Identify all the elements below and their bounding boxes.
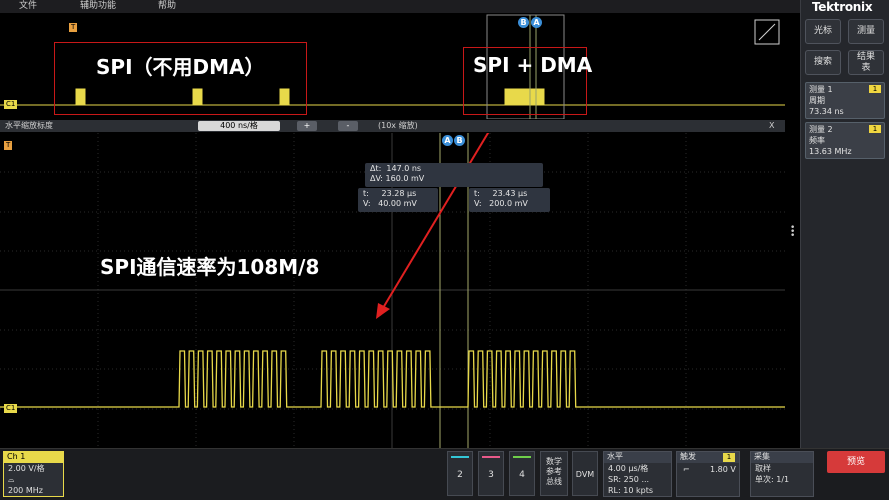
main-ch1-trace [0, 350, 785, 408]
ch1-scale: 2.00 V/格 [8, 464, 45, 473]
ch1-coupling-icon: ⌓ [8, 475, 15, 484]
tektronix-logo: Tektronix [812, 0, 873, 14]
zoom-minus-button[interactable]: - [338, 121, 358, 131]
overview-waveform[interactable]: SPI（不用DMA） SPI + DMA C1 T B A [0, 13, 785, 119]
measure-button[interactable]: 测量 [848, 19, 884, 44]
main-channel-tag: C1 [4, 404, 18, 413]
measurement-1-source: 1 [869, 85, 881, 93]
ch4-color-bar [513, 456, 531, 458]
measurement-1-badge[interactable]: 测量 1 1 周期 73.34 ns [805, 82, 885, 119]
annotation-spi-rate: SPI通信速率为108M/8 [100, 255, 320, 279]
cursor-delta-t: Δt: 147.0 ns [370, 164, 422, 173]
cursor-b-readout: t: 23.43 µs V: 200.0 mV [469, 188, 550, 212]
menu-file[interactable]: 文件 [19, 0, 37, 13]
measurement-2-badge[interactable]: 测量 2 1 频率 13.63 MHz [805, 122, 885, 159]
horizontal-scale: 4.00 µs/格 [608, 464, 649, 473]
results-table-button[interactable]: 结果表 [848, 50, 884, 75]
measurement-2-name: 频率 [809, 136, 825, 145]
menu-help[interactable]: 帮助 [158, 0, 176, 13]
cursor-b-time: t: 23.43 µs [474, 189, 528, 198]
ch4-button[interactable]: 4 [509, 451, 535, 496]
horizontal-record-length: RL: 10 kpts [608, 486, 653, 495]
cursor-delta-v: ΔV: 160.0 mV [370, 174, 425, 183]
cursor-delta-readout: Δt: 147.0 ns ΔV: 160.0 mV [365, 163, 543, 187]
horizontal-title: 水平 [604, 452, 671, 463]
annotation-arrow [379, 133, 490, 314]
acquisition-badge[interactable]: 采集 取样 单次: 1/1 [750, 451, 814, 497]
trigger-source: 1 [723, 453, 735, 462]
overview-cursor-a[interactable]: A [531, 17, 542, 28]
main-cursor-b[interactable]: B [454, 135, 465, 146]
trigger-level: 1.80 V [710, 465, 736, 474]
horizontal-zoom-bar: 水平缩放标度 400 ns/格 + - (10x 缩放) X [0, 120, 785, 132]
results-table-button-label: 结果表 [856, 51, 875, 73]
acquisition-mode: 取样 [755, 464, 771, 473]
annotation-dma: SPI + DMA [473, 53, 593, 77]
panel-handle-icon[interactable]: • • • [790, 224, 796, 241]
menu-bar: 文件 辅助功能 帮助 [0, 0, 800, 13]
search-button-label: 搜索 [813, 57, 832, 67]
zoom-factor-label: (10x 缩放) [378, 121, 418, 130]
zoom-scale-field[interactable]: 400 ns/格 [198, 121, 280, 131]
preview-button[interactable]: 预览 [827, 451, 885, 473]
trigger-badge[interactable]: 触发 1 ⌐ 1.80 V [676, 451, 740, 497]
measurement-1-value: 73.34 ns [809, 107, 844, 116]
ch3-color-bar [482, 456, 500, 458]
zoom-plus-button[interactable]: + [297, 121, 317, 131]
measurement-2-source: 1 [869, 125, 881, 133]
annotation-no-dma: SPI（不用DMA） [96, 55, 265, 79]
cursor-a-time: t: 23.28 µs [363, 189, 417, 198]
dvm-button[interactable]: DVM [572, 451, 598, 496]
ch4-label: 4 [519, 470, 525, 480]
overview-channel-tag: C1 [4, 100, 18, 109]
cursor-button[interactable]: 光标 [805, 19, 841, 44]
cursor-a-voltage: V: 40.00 mV [363, 199, 417, 208]
ch2-button[interactable]: 2 [447, 451, 473, 496]
measurement-2-value: 13.63 MHz [809, 147, 852, 156]
cursor-button-label: 光标 [813, 26, 832, 36]
acquisition-single: 单次: 1/1 [755, 475, 790, 484]
overview-cursor-b[interactable]: B [518, 17, 529, 28]
main-cursor-a[interactable]: A [442, 135, 453, 146]
zoom-close-button[interactable]: X [769, 120, 774, 132]
main-waveform-view[interactable]: T C1 A B Δt: 147.0 ns ΔV: 160.0 mV t: 23… [0, 133, 785, 448]
ch1-badge[interactable]: Ch 1 2.00 V/格 ⌓ 200 MHz [3, 451, 64, 497]
menu-utility[interactable]: 辅助功能 [80, 0, 116, 13]
math-ref-bus-button[interactable]: 数学 参考 总线 [540, 451, 568, 496]
ch2-color-bar [451, 456, 469, 458]
horizontal-badge[interactable]: 水平 4.00 µs/格 SR: 250 ... RL: 10 kpts [603, 451, 672, 497]
ch1-bandwidth: 200 MHz [8, 486, 43, 495]
zoom-bar-title: 水平缩放标度 [5, 121, 53, 130]
measurement-1-name: 周期 [809, 96, 825, 105]
ch3-button[interactable]: 3 [478, 451, 504, 496]
ch1-title: Ch 1 [4, 452, 63, 463]
overview-trigger-tag: T [69, 23, 78, 32]
main-trigger-tag: T [4, 141, 13, 150]
horizontal-sample-rate: SR: 250 ... [608, 475, 650, 484]
cursor-a-readout: t: 23.28 µs V: 40.00 mV [358, 188, 438, 212]
acquisition-title: 采集 [751, 452, 813, 463]
cursor-b-voltage: V: 200.0 mV [474, 199, 528, 208]
ch3-label: 3 [488, 470, 494, 480]
ch2-label: 2 [457, 470, 463, 480]
measure-button-label: 测量 [856, 26, 875, 36]
trigger-slope-icon: ⌐ [683, 465, 690, 474]
search-button[interactable]: 搜索 [805, 50, 841, 75]
